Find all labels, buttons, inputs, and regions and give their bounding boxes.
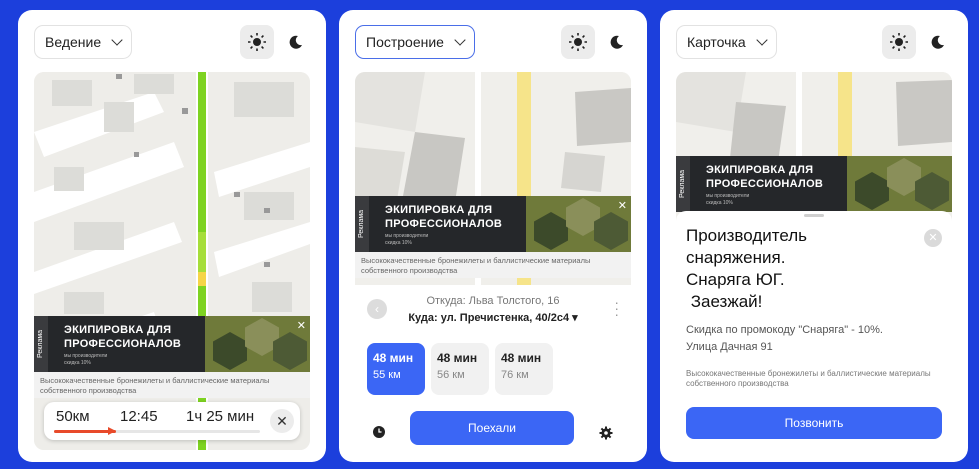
ad-tag: Реклама: [355, 196, 369, 252]
ad-image: [205, 316, 310, 372]
ad-title-line2: ПРОФЕССИОНАЛОВ: [706, 178, 824, 190]
mode-dropdown[interactable]: Ведение: [34, 25, 133, 59]
ad-subtitle2: скидка 10%: [64, 360, 91, 366]
more-vertical-icon[interactable]: · · ·: [614, 295, 619, 321]
gear-icon[interactable]: [599, 426, 613, 440]
ad-description: Высококачественные бронежилеты и баллист…: [355, 252, 631, 278]
call-button[interactable]: Позвонить: [686, 407, 942, 439]
mode-label: Построение: [366, 34, 444, 50]
top-bar: Карточка: [660, 10, 968, 72]
route-distance: 55 км: [373, 369, 401, 381]
moon-icon: [289, 35, 302, 49]
card-promo: Скидка по промокоду "Снаряга" - 10%.: [686, 324, 883, 336]
top-bar: Построение: [339, 10, 647, 72]
route-time: 48 мин: [373, 351, 414, 365]
dark-theme-button[interactable]: [599, 25, 633, 59]
route-distance: 76 км: [501, 369, 529, 381]
ad-image: [526, 196, 631, 252]
ad-tag: Реклама: [34, 316, 48, 372]
sun-icon: [248, 33, 266, 51]
ad-subtitle2: скидка 10%: [706, 200, 733, 206]
panel-route-building: Построение Реклама ЭКИПИРОВКА ДЛЯ ПРОФЕС…: [339, 10, 647, 462]
dark-theme-button[interactable]: [278, 25, 312, 59]
route-option[interactable]: 48 мин 55 км: [367, 343, 425, 395]
moon-icon: [931, 35, 944, 49]
map-view[interactable]: Реклама ЭКИПИРОВКА ДЛЯ ПРОФЕССИОНАЛОВ мы…: [34, 72, 310, 450]
navigation-status-bar: 50км 12:45 1ч 25 мин ✕: [44, 402, 300, 440]
ad-banner[interactable]: Реклама ЭКИПИРОВКА ДЛЯ ПРОФЕССИОНАЛОВ мы…: [676, 156, 952, 212]
ad-tag: Реклама: [676, 156, 690, 212]
panel-navigation: Ведение Реклама ЭКИПИРОВКА ДЛЯ ПРОФЕССИО…: [18, 10, 326, 462]
ad-subtitle2: скидка 10%: [385, 240, 412, 246]
light-theme-button[interactable]: [240, 25, 274, 59]
card-description: Высококачественные бронежилеты и баллист…: [686, 369, 931, 388]
moon-icon: [610, 35, 623, 49]
route-progress: [54, 427, 260, 435]
ad-image: [847, 156, 952, 212]
mode-label: Карточка: [687, 34, 746, 50]
ad-title-line2: ПРОФЕССИОНАЛОВ: [385, 218, 503, 230]
go-button[interactable]: Поехали: [410, 411, 574, 445]
close-icon[interactable]: ✕: [270, 409, 294, 433]
route-time: 48 мин: [501, 351, 542, 365]
route-sheet: ‹ Откуда: Льва Толстого, 16 Куда: ул. Пр…: [355, 285, 631, 450]
mode-label: Ведение: [45, 34, 102, 50]
arrival-time: 12:45: [120, 408, 158, 425]
route-option[interactable]: 48 мин 76 км: [495, 343, 553, 395]
mode-dropdown[interactable]: Карточка: [676, 25, 777, 59]
ad-subtitle1: мы производители: [64, 353, 108, 359]
panel-card: Карточка Реклама ЭКИПИРОВКА ДЛЯ ПРОФЕССИ…: [660, 10, 968, 462]
route-option[interactable]: 48 мин 56 км: [431, 343, 489, 395]
ad-subtitle1: мы производители: [385, 233, 429, 239]
chevron-down-icon: [111, 34, 123, 46]
route-progress-fill: [54, 430, 116, 433]
chevron-down-icon: [454, 34, 466, 46]
ad-banner[interactable]: Реклама ЭКИПИРОВКА ДЛЯ ПРОФЕССИОНАЛОВ мы…: [355, 196, 631, 252]
ad-description: Высококачественные бронежилеты и баллист…: [34, 372, 310, 398]
card-title: Производитель снаряжения. Снаряга ЮГ. За…: [686, 226, 808, 311]
ad-subtitle1: мы производители: [706, 193, 750, 199]
drag-handle[interactable]: [804, 214, 824, 217]
close-icon[interactable]: ✕: [297, 319, 306, 332]
close-icon[interactable]: ✕: [618, 199, 627, 212]
clock-icon[interactable]: [372, 425, 386, 439]
dark-theme-button[interactable]: [920, 25, 954, 59]
position-marker-icon: [107, 427, 116, 435]
light-theme-button[interactable]: [882, 25, 916, 59]
sun-icon: [890, 33, 908, 51]
ad-title-line1: ЭКИПИРОВКА ДЛЯ: [385, 204, 493, 216]
top-bar: Ведение: [18, 10, 326, 72]
remaining-distance: 50км: [56, 408, 90, 425]
ad-title-line1: ЭКИПИРОВКА ДЛЯ: [706, 164, 814, 176]
ad-title-line1: ЭКИПИРОВКА ДЛЯ: [64, 324, 172, 336]
route-distance: 56 км: [437, 369, 465, 381]
ad-banner[interactable]: Реклама ЭКИПИРОВКА ДЛЯ ПРОФЕССИОНАЛОВ мы…: [34, 316, 310, 372]
light-theme-button[interactable]: [561, 25, 595, 59]
remaining-duration: 1ч 25 мин: [186, 408, 255, 425]
sun-icon: [569, 33, 587, 51]
ad-title-line2: ПРОФЕССИОНАЛОВ: [64, 338, 182, 350]
place-card: Производитель снаряжения. Снаряга ЮГ. За…: [676, 211, 952, 450]
route-from[interactable]: Откуда: Льва Толстого, 16: [355, 295, 631, 307]
mode-dropdown[interactable]: Построение: [355, 25, 475, 59]
route-to[interactable]: Куда: ул. Пречистенка, 40/2с4 ▾: [355, 311, 631, 324]
chevron-down-icon: [756, 34, 768, 46]
card-address: Улица Дачная 91: [686, 341, 773, 353]
route-time: 48 мин: [437, 351, 478, 365]
close-icon[interactable]: ✕: [924, 229, 942, 247]
